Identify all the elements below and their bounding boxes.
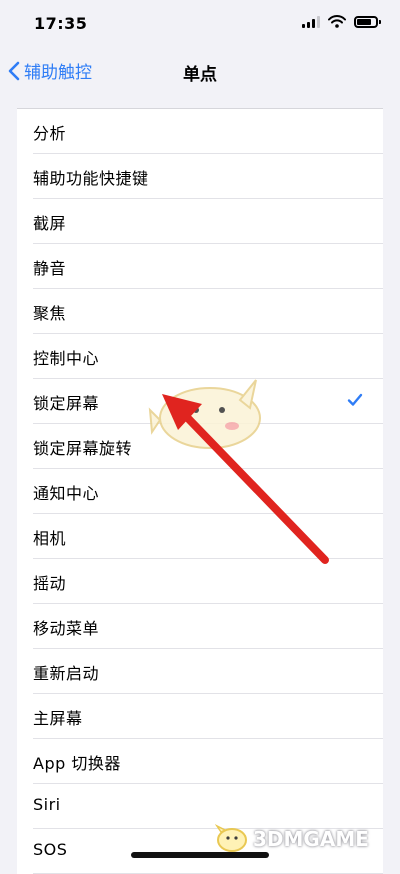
mascot-logo-icon: [215, 824, 247, 852]
list-item[interactable]: 摇动: [17, 559, 383, 604]
list-item-label: 重新启动: [33, 664, 100, 683]
list-item-label: 锁定屏幕旋转: [33, 439, 133, 458]
list-item-label: 辅助功能快捷键: [33, 169, 149, 188]
home-indicator[interactable]: [131, 852, 269, 858]
list-item[interactable]: 通知中心: [17, 469, 383, 514]
watermark-text: 3DMGAME: [253, 827, 369, 851]
list-item-label: 静音: [33, 259, 67, 278]
list-item-label: 锁定屏幕: [33, 394, 100, 413]
status-icons: [302, 15, 381, 28]
list-item[interactable]: 静音: [17, 244, 383, 289]
list-item-label: 截屏: [33, 214, 67, 233]
list-item[interactable]: 主屏幕: [17, 694, 383, 739]
list-item[interactable]: 重新启动: [17, 649, 383, 694]
list-item-label: 主屏幕: [33, 709, 83, 728]
list-item-label: 控制中心: [33, 349, 100, 368]
list-item-label: 相机: [33, 529, 67, 548]
list-item[interactable]: 相机: [17, 514, 383, 559]
battery-icon: [354, 15, 381, 28]
watermark: 3DMGAME: [215, 824, 369, 854]
list-item[interactable]: 聚焦: [17, 289, 383, 334]
list-item[interactable]: App 切换器: [17, 739, 383, 784]
list-item-label: 分析: [33, 124, 67, 143]
list-item[interactable]: 锁定屏幕旋转: [17, 424, 383, 469]
checkmark-icon: [347, 393, 363, 406]
list-item-label: 移动菜单: [33, 619, 100, 638]
list-item-label: App 切换器: [33, 754, 121, 773]
list-item-selected[interactable]: 锁定屏幕: [17, 379, 383, 424]
list-item[interactable]: 移动菜单: [17, 604, 383, 649]
list-item[interactable]: 分析: [17, 109, 383, 154]
status-time: 17:35: [34, 14, 88, 33]
list-item-label: SOS: [33, 840, 68, 859]
list-item-label: 聚焦: [33, 304, 67, 323]
wifi-icon: [328, 15, 346, 28]
status-bar: 17:35: [0, 0, 400, 46]
navigation-bar: 辅助触控 单点: [0, 46, 400, 96]
action-list: 分析 辅助功能快捷键 截屏 静音 聚焦 控制中心 锁定屏幕 锁定屏幕旋转 通知中…: [17, 108, 383, 874]
list-item[interactable]: 辅助功能快捷键: [17, 154, 383, 199]
list-item[interactable]: 截屏: [17, 199, 383, 244]
page-title: 单点: [183, 65, 217, 85]
list-item[interactable]: 控制中心: [17, 334, 383, 379]
list-item[interactable]: Siri: [17, 784, 383, 829]
list-item-label: 摇动: [33, 574, 67, 593]
cellular-signal-icon: [302, 15, 320, 28]
list-item-label: 通知中心: [33, 484, 100, 503]
list-item-label: Siri: [33, 795, 61, 814]
